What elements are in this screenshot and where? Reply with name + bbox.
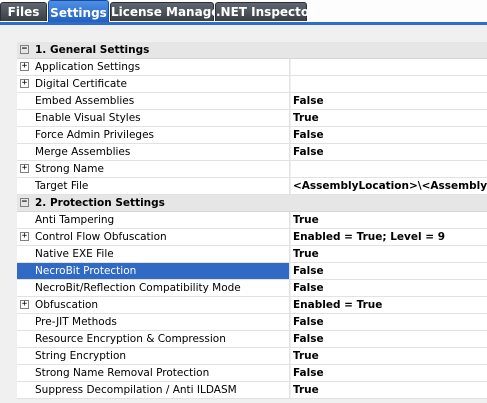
property-grid-gutter: [0, 25, 17, 403]
property-name: Native EXE File: [17, 246, 290, 262]
property-label: Obfuscation: [35, 299, 99, 311]
property-name: + Strong Name: [17, 161, 290, 177]
category-name: − 1. General Settings: [17, 42, 487, 58]
property-name: String Encryption: [17, 348, 290, 364]
category-name: − 2. Protection Settings: [17, 195, 487, 211]
expand-icon[interactable]: +: [20, 62, 29, 71]
property-row-enable-visual-styles[interactable]: Enable Visual Styles True: [17, 110, 487, 127]
property-value[interactable]: False: [291, 365, 487, 381]
property-name: NecroBit/Reflection Compatibility Mode: [17, 280, 290, 296]
property-row-strong-name[interactable]: + Strong Name: [17, 161, 487, 178]
expand-icon[interactable]: +: [20, 79, 29, 88]
category-protection-settings[interactable]: − 2. Protection Settings: [17, 195, 487, 212]
property-label: Application Settings: [35, 61, 141, 73]
tab-strip: Files Settings License Manager .NET Insp…: [0, 0, 487, 25]
property-value[interactable]: True: [291, 110, 487, 126]
category-label: 2. Protection Settings: [35, 197, 165, 209]
collapse-icon[interactable]: −: [20, 45, 29, 54]
property-row-control-flow-obfuscation[interactable]: + Control Flow Obfuscation Enabled = Tru…: [17, 229, 487, 246]
property-row-anti-tampering[interactable]: Anti Tampering True: [17, 212, 487, 229]
property-label: Embed Assemblies: [35, 95, 135, 107]
property-label: NecroBit/Reflection Compatibility Mode: [35, 282, 241, 294]
property-row-target-file[interactable]: Target File <AssemblyLocation>\<Assembly…: [17, 178, 487, 195]
property-label: Strong Name: [35, 163, 104, 175]
property-label: Native EXE File: [35, 248, 114, 260]
property-row-suppress-decompilation[interactable]: Suppress Decompilation / Anti ILDASM Tru…: [17, 382, 487, 399]
property-value[interactable]: False: [291, 93, 487, 109]
property-row-necrobit-reflection-compatibility[interactable]: NecroBit/Reflection Compatibility Mode F…: [17, 280, 487, 297]
property-row-merge-assemblies[interactable]: Merge Assemblies False: [17, 144, 487, 161]
expand-icon[interactable]: +: [20, 232, 29, 241]
expand-icon[interactable]: +: [20, 164, 29, 173]
property-label: Enable Visual Styles: [35, 112, 141, 124]
property-grid-rows: − 1. General Settings + Application Sett…: [17, 42, 487, 399]
property-value[interactable]: [291, 161, 487, 177]
property-value[interactable]: True: [291, 382, 487, 398]
property-value[interactable]: True: [291, 348, 487, 364]
property-value[interactable]: False: [291, 144, 487, 160]
category-general-settings[interactable]: − 1. General Settings: [17, 42, 487, 59]
property-name: + Obfuscation: [17, 297, 290, 313]
property-label: Digital Certificate: [35, 78, 127, 90]
property-name: Target File: [17, 178, 290, 194]
property-row-necrobit-protection[interactable]: NecroBit Protection False: [17, 263, 487, 280]
property-value[interactable]: True: [291, 246, 487, 262]
property-label: Suppress Decompilation / Anti ILDASM: [35, 384, 237, 396]
property-name: + Digital Certificate: [17, 76, 290, 92]
property-name: Enable Visual Styles: [17, 110, 290, 126]
property-value[interactable]: Enabled = True; Level = 9: [291, 229, 487, 245]
property-row-string-encryption[interactable]: String Encryption True: [17, 348, 487, 365]
property-value[interactable]: <AssemblyLocation>\<AssemblyName>: [291, 178, 487, 194]
property-value[interactable]: False: [291, 263, 487, 279]
property-value[interactable]: False: [291, 127, 487, 143]
property-value[interactable]: False: [291, 331, 487, 347]
property-row-strong-name-removal-protection[interactable]: Strong Name Removal Protection False: [17, 365, 487, 382]
collapse-icon[interactable]: −: [20, 198, 29, 207]
property-value[interactable]: False: [291, 314, 487, 330]
property-row-application-settings[interactable]: + Application Settings: [17, 59, 487, 76]
property-row-digital-certificate[interactable]: + Digital Certificate: [17, 76, 487, 93]
property-label: Merge Assemblies: [35, 146, 131, 158]
property-value[interactable]: [291, 59, 487, 75]
property-value[interactable]: Enabled = True: [291, 297, 487, 313]
property-name-selected: NecroBit Protection: [17, 263, 290, 279]
property-label: Anti Tampering: [35, 214, 115, 226]
property-label: Control Flow Obfuscation: [35, 231, 167, 243]
property-name: Merge Assemblies: [17, 144, 290, 160]
property-label: Target File: [35, 180, 89, 192]
property-label: Pre-JIT Methods: [35, 316, 117, 328]
tab-license-manager[interactable]: License Manager: [110, 2, 225, 21]
expand-icon[interactable]: +: [20, 300, 29, 309]
property-name: + Control Flow Obfuscation: [17, 229, 290, 245]
property-name: Pre-JIT Methods: [17, 314, 290, 330]
property-name: Force Admin Privileges: [17, 127, 290, 143]
property-name: Strong Name Removal Protection: [17, 365, 290, 381]
property-row-resource-encryption[interactable]: Resource Encryption & Compression False: [17, 331, 487, 348]
tab-settings[interactable]: Settings: [48, 0, 109, 23]
property-label: Strong Name Removal Protection: [35, 367, 210, 379]
tab-net-inspector[interactable]: .NET Inspector: [215, 2, 315, 21]
property-name: Embed Assemblies: [17, 93, 290, 109]
property-value[interactable]: True: [291, 212, 487, 228]
property-value[interactable]: False: [291, 280, 487, 296]
property-value[interactable]: [291, 76, 487, 92]
property-label: NecroBit Protection: [35, 265, 137, 277]
property-row-native-exe-file[interactable]: Native EXE File True: [17, 246, 487, 263]
property-row-embed-assemblies[interactable]: Embed Assemblies False: [17, 93, 487, 110]
property-label: Resource Encryption & Compression: [35, 333, 226, 345]
property-grid: − 1. General Settings + Application Sett…: [0, 25, 487, 403]
property-row-force-admin-privileges[interactable]: Force Admin Privileges False: [17, 127, 487, 144]
property-label: String Encryption: [35, 350, 127, 362]
tab-files[interactable]: Files: [0, 2, 47, 21]
property-name: + Application Settings: [17, 59, 290, 75]
property-label: Force Admin Privileges: [35, 129, 155, 141]
property-name: Resource Encryption & Compression: [17, 331, 290, 347]
property-name: Suppress Decompilation / Anti ILDASM: [17, 382, 290, 398]
property-row-pre-jit-methods[interactable]: Pre-JIT Methods False: [17, 314, 487, 331]
property-name: Anti Tampering: [17, 212, 290, 228]
property-row-obfuscation[interactable]: + Obfuscation Enabled = True: [17, 297, 487, 314]
category-label: 1. General Settings: [35, 44, 150, 56]
